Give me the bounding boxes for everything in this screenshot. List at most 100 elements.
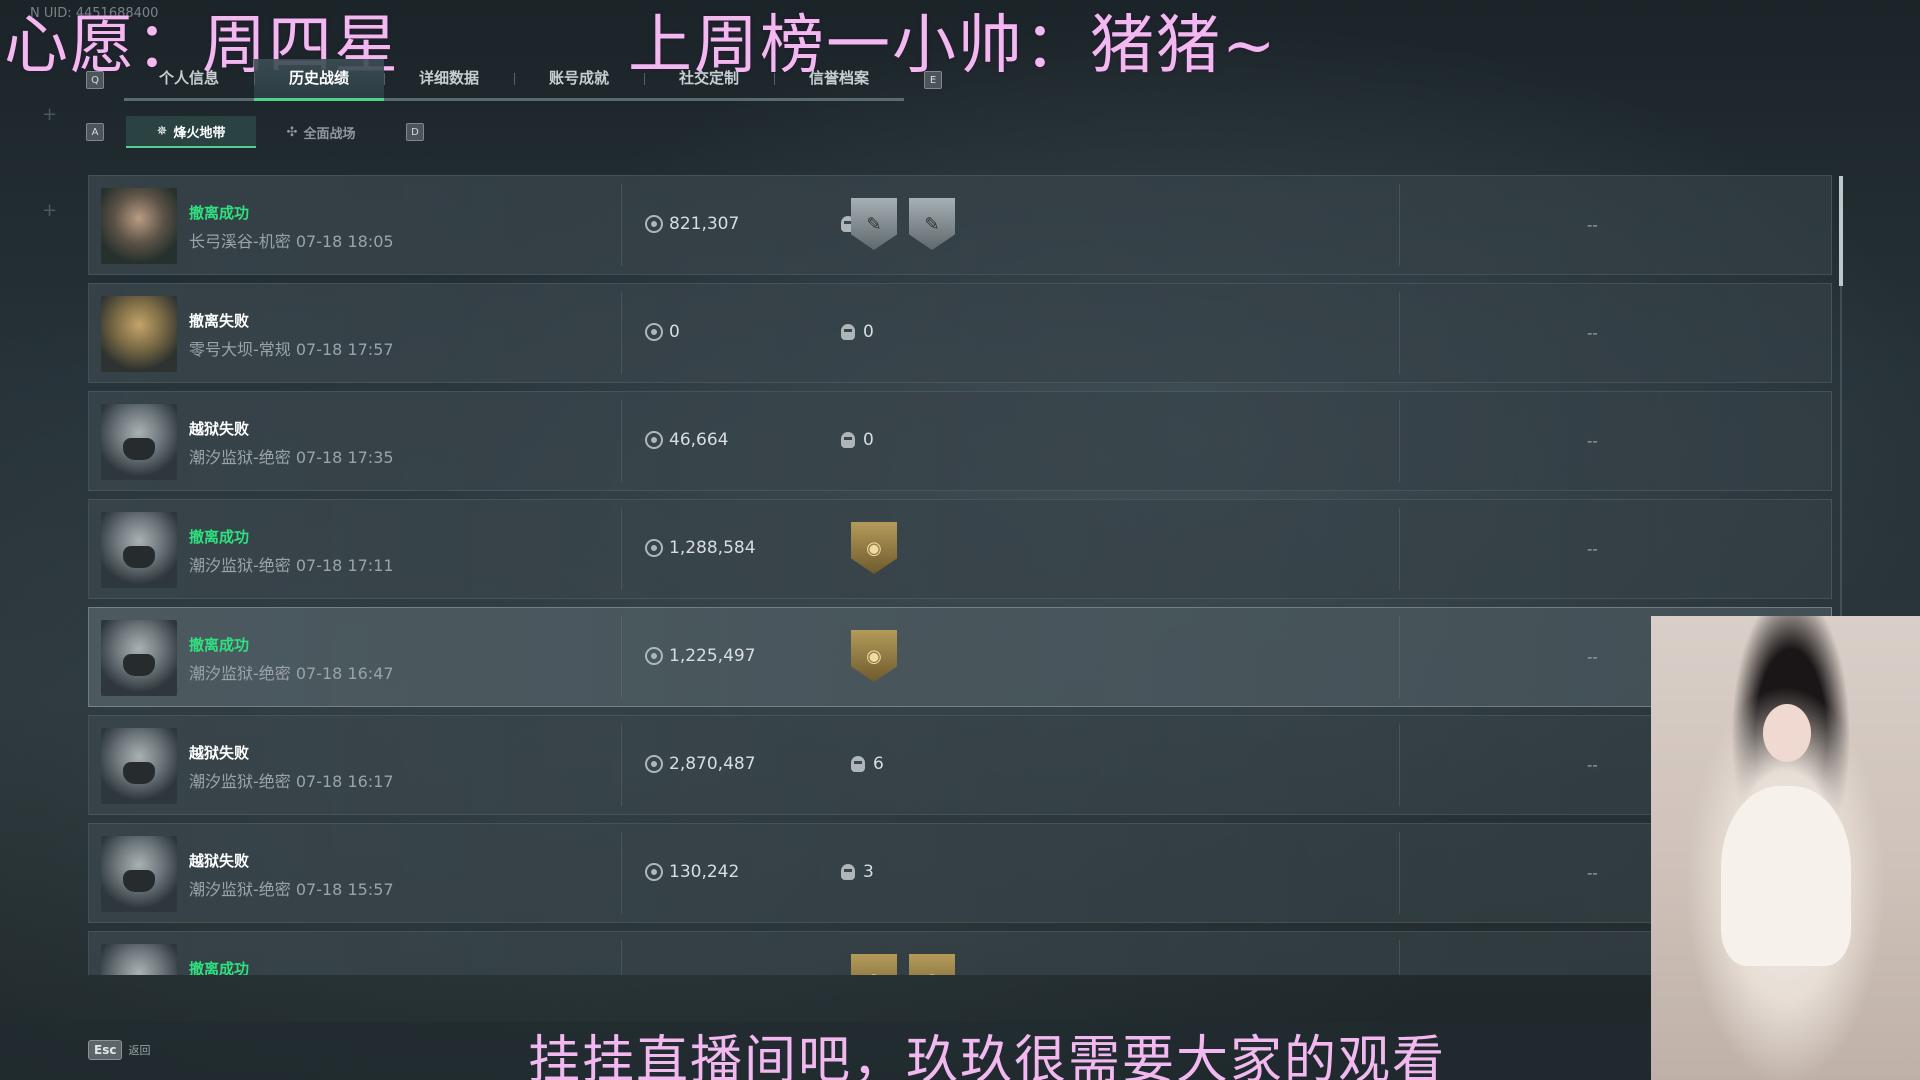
skull-icon	[841, 864, 855, 880]
main-tab-bar: Q 个人信息 历史战绩 详细数据 账号成就 社交定制 信誉档案 E	[86, 59, 942, 101]
mode-tab-bar: A ✵ 烽火地带 ✣ 全面战场 D	[86, 116, 424, 148]
operator-avatar	[101, 944, 177, 975]
tab-prev-key[interactable]: Q	[86, 71, 104, 89]
loot-value: 1,288,584	[645, 538, 756, 558]
scrollbar-thumb[interactable]	[1839, 176, 1843, 286]
kill-value: 3	[863, 862, 874, 882]
column-divider	[621, 940, 622, 975]
tab-profile[interactable]: 个人信息	[124, 59, 254, 98]
silver-medal-icon[interactable]: ✎	[909, 198, 955, 250]
tab-reputation[interactable]: 信誉档案	[774, 59, 904, 98]
kill-value: 0	[863, 322, 874, 342]
column-divider	[1399, 940, 1400, 975]
match-map-time: 潮汐监狱-绝密 07-18 16:17	[189, 772, 394, 791]
column-divider	[621, 832, 622, 914]
loot-value: 46,664	[645, 430, 728, 450]
tabs-container: 个人信息 历史战绩 详细数据 账号成就 社交定制 信誉档案	[124, 59, 904, 101]
medal-badges: ✎ ✎	[851, 198, 955, 250]
loot-value: 1,225,497	[645, 646, 756, 666]
extra-stat: --	[1587, 756, 1598, 774]
webcam-face	[1763, 704, 1811, 762]
coin-icon	[645, 539, 663, 557]
tab-next-key[interactable]: E	[924, 71, 942, 89]
loot-amount: 1,288,584	[669, 538, 756, 558]
column-divider	[621, 400, 622, 482]
tab-achievements[interactable]: 账号成就	[514, 59, 644, 98]
gold-medal-icon[interactable]: ◉	[851, 630, 897, 682]
loot-value: 130,242	[645, 862, 739, 882]
avatar-mask	[123, 762, 155, 784]
medal-badges: ◉◉	[851, 954, 955, 975]
coin-icon	[645, 755, 663, 773]
match-map-time: 潮汐监狱-绝密 07-18 17:35	[189, 448, 394, 467]
match-row[interactable]: 越狱失败潮汐监狱-绝密 07-18 16:17 2,870,487 6 --	[88, 715, 1832, 815]
subtab-next-key[interactable]: D	[406, 123, 424, 141]
column-divider	[621, 292, 622, 374]
match-status: 撤离成功	[189, 636, 250, 654]
tab-social[interactable]: 社交定制	[644, 59, 774, 98]
match-map-time: 潮汐监狱-绝密 07-18 16:47	[189, 664, 394, 683]
column-divider	[1399, 400, 1400, 482]
kill-value: 6	[873, 754, 884, 774]
kill-value: 0	[863, 430, 874, 450]
operator-avatar	[101, 296, 177, 372]
loot-value: 0	[645, 322, 680, 342]
match-row[interactable]: 撤离成功潮汐监狱-绝密 07-18 17:111,288,5842◉--	[88, 499, 1832, 599]
loot-amount: 821,307	[669, 214, 740, 234]
avatar-mask	[123, 654, 155, 676]
match-status: 越狱失败	[189, 420, 250, 438]
subtab-hazard-zone[interactable]: ✵ 烽火地带	[126, 116, 256, 148]
match-map-time: 长弓溪谷-机密 07-18 18:05	[189, 232, 394, 251]
match-row[interactable]: 越狱失败潮汐监狱-绝密 07-18 17:35 46,664 0 --	[88, 391, 1832, 491]
extra-stat: --	[1587, 864, 1598, 882]
match-row[interactable]: 越狱失败 潮汐监狱-绝密 07-18 15:57 130,242 3 --	[88, 823, 1832, 923]
extra-stat: --	[1587, 432, 1598, 450]
subtab-full-battle[interactable]: ✣ 全面战场	[256, 116, 386, 148]
match-row[interactable]: 撤离成功潮汐监狱-绝密 07-18 16:471,225,4972◉--	[88, 607, 1832, 707]
operator-avatar	[101, 728, 177, 804]
crosshair-decoration: +	[42, 104, 58, 125]
gold-medal-icon[interactable]: ◉	[909, 954, 955, 975]
column-divider	[621, 616, 622, 698]
webcam-body	[1721, 786, 1851, 966]
silver-medal-icon[interactable]: ✎	[851, 198, 897, 250]
match-row[interactable]: 撤离失败 零号大坝-常规 07-18 17:57 0 0 --	[88, 283, 1832, 383]
tab-history[interactable]: 历史战绩	[254, 59, 384, 101]
match-status: 撤离成功	[189, 960, 250, 975]
match-status: 越狱失败	[189, 744, 250, 762]
hazard-zone-icon: ✵	[156, 123, 168, 139]
column-divider	[621, 724, 622, 806]
gold-medal-icon[interactable]: ◉	[851, 954, 897, 975]
subtabs-container: ✵ 烽火地带 ✣ 全面战场	[126, 116, 386, 148]
crosshair-decoration: +	[42, 200, 58, 221]
back-button[interactable]: Esc 返回	[88, 1040, 150, 1060]
kill-count: 6	[851, 754, 884, 774]
column-divider	[1399, 508, 1400, 590]
gold-medal-icon[interactable]: ◉	[851, 522, 897, 574]
operator-avatar	[101, 512, 177, 588]
match-row[interactable]: 撤离成功长弓溪谷-机密 07-18 18:05821,3079✎✎--	[88, 175, 1832, 275]
kill-count: 0	[841, 430, 874, 450]
medal-badges: ◉	[851, 522, 897, 574]
operator-avatar	[101, 836, 177, 912]
loot-amount: 130,242	[669, 862, 740, 882]
avatar-mask	[123, 870, 155, 892]
loot-amount: 2,870,487	[669, 754, 756, 774]
column-divider	[621, 184, 622, 266]
coin-icon	[645, 863, 663, 881]
match-map-time: 潮汐监狱-绝密 07-18 15:57	[189, 880, 394, 899]
tab-details[interactable]: 详细数据	[384, 59, 514, 98]
extra-stat: --	[1587, 648, 1598, 666]
match-status: 撤离成功	[189, 528, 250, 546]
match-row[interactable]: 撤离成功◉◉	[88, 931, 1832, 975]
loot-value: 821,307	[645, 214, 739, 234]
column-divider	[1399, 184, 1400, 266]
kill-count: 0	[841, 322, 874, 342]
full-battle-icon: ✣	[286, 124, 298, 140]
operator-avatar	[101, 188, 177, 264]
stream-caption-overlay: 挂挂直播间吧，玖玖很需要大家的观看	[528, 1031, 1447, 1080]
subtab-prev-key[interactable]: A	[86, 123, 104, 141]
avatar-mask	[123, 546, 155, 568]
column-divider	[621, 508, 622, 590]
subtab-label: 全面战场	[303, 126, 356, 142]
